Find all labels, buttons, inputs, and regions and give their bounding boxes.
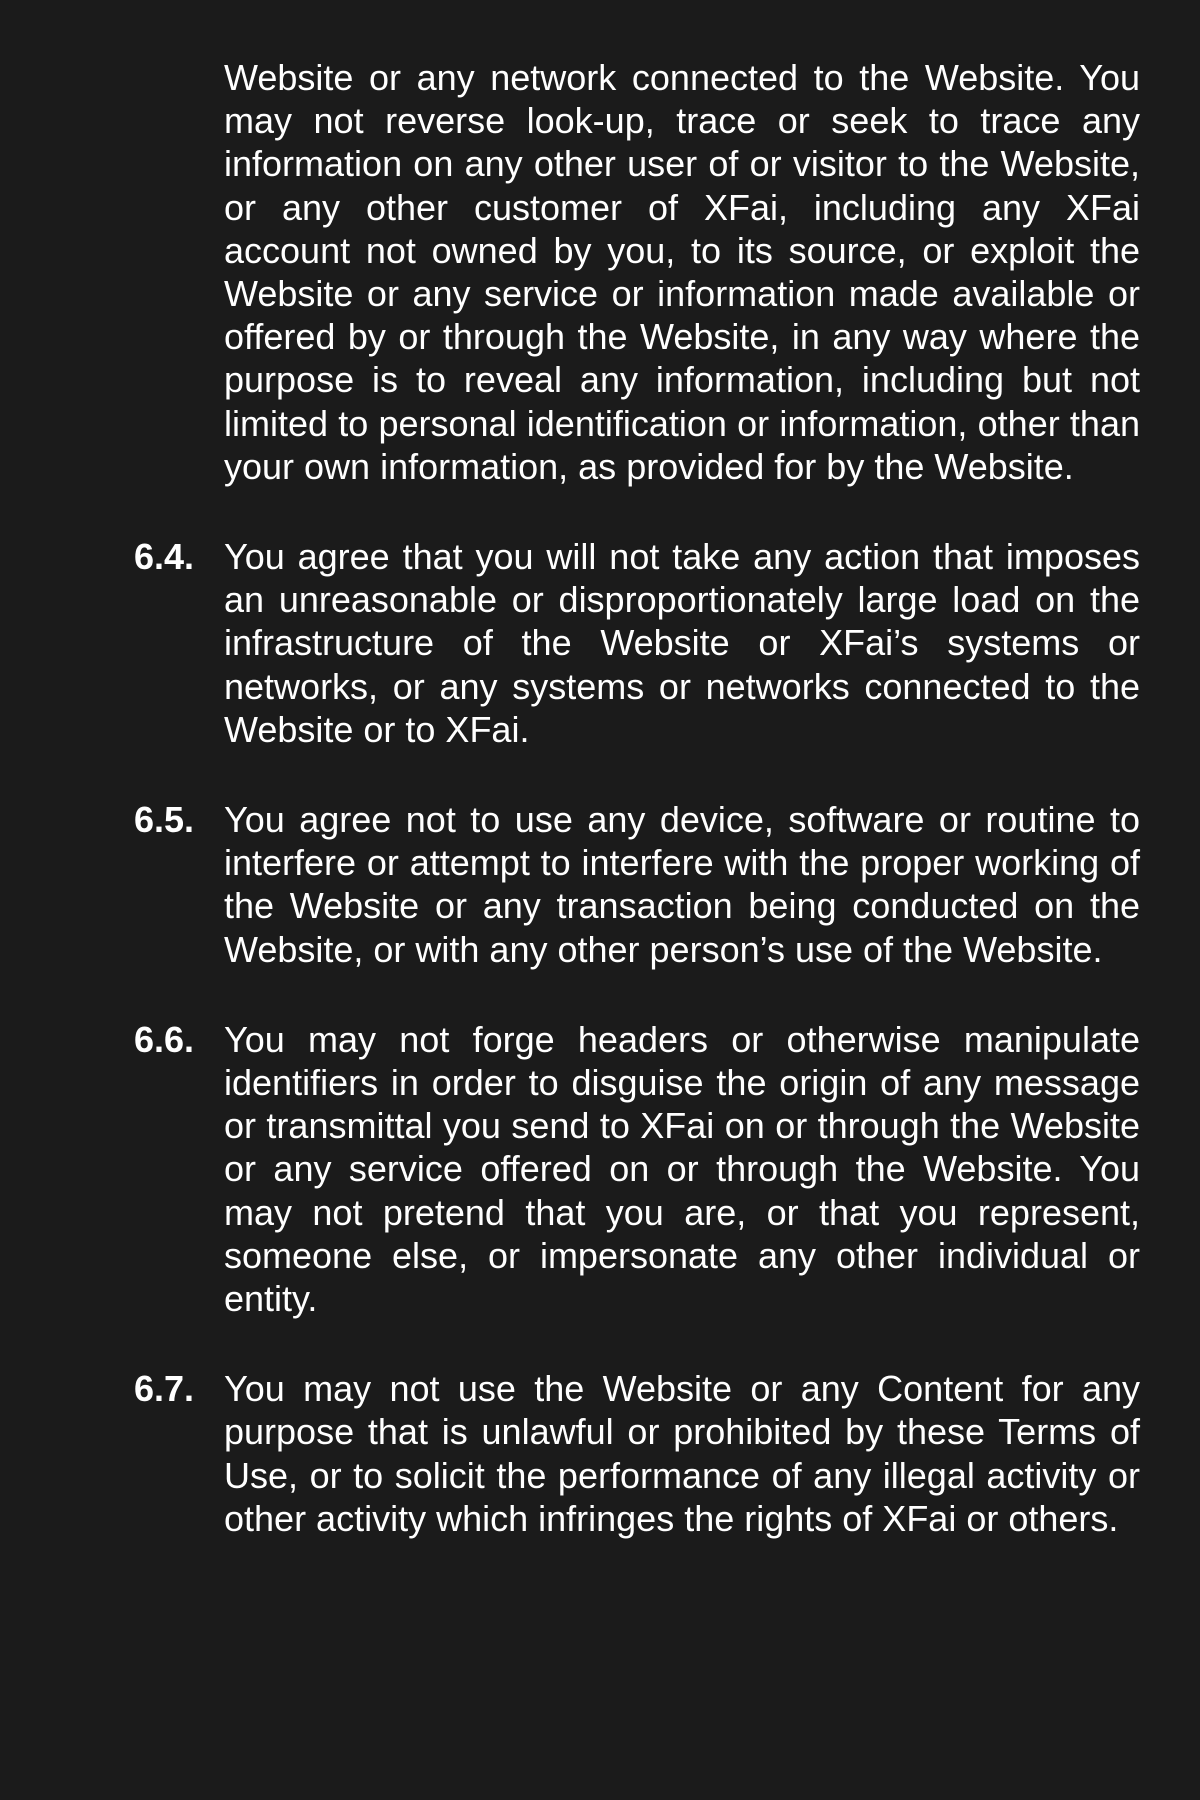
clause-text: You agree not to use any device, softwar… — [224, 799, 1140, 970]
clause-number: 6.7. — [134, 1368, 195, 1410]
clause-6-5: 6.5. You agree not to use any device, so… — [0, 798, 1200, 971]
clause-text: Website or any network connected to the … — [224, 57, 1140, 487]
clause-6-4: 6.4. You agree that you will not take an… — [0, 535, 1200, 751]
clause-number: 6.4. — [134, 536, 195, 578]
clause-text: You agree that you will not take any act… — [224, 536, 1140, 750]
clause-number — [0, 56, 224, 488]
clause-text: You may not use the Website or any Conte… — [224, 1368, 1140, 1539]
clause-text: You may not forge headers or otherwise m… — [224, 1018, 1140, 1320]
clause-6-3-continuation: Website or any network connected to the … — [0, 56, 1200, 488]
clause-6-6: 6.6. You may not forge headers or otherw… — [0, 1018, 1200, 1320]
clause-number: 6.6. — [134, 1018, 195, 1060]
terms-document: Website or any network connected to the … — [0, 56, 1200, 1587]
clause-6-7: 6.7. You may not use the Website or any … — [0, 1367, 1200, 1540]
clause-number: 6.5. — [134, 799, 195, 841]
